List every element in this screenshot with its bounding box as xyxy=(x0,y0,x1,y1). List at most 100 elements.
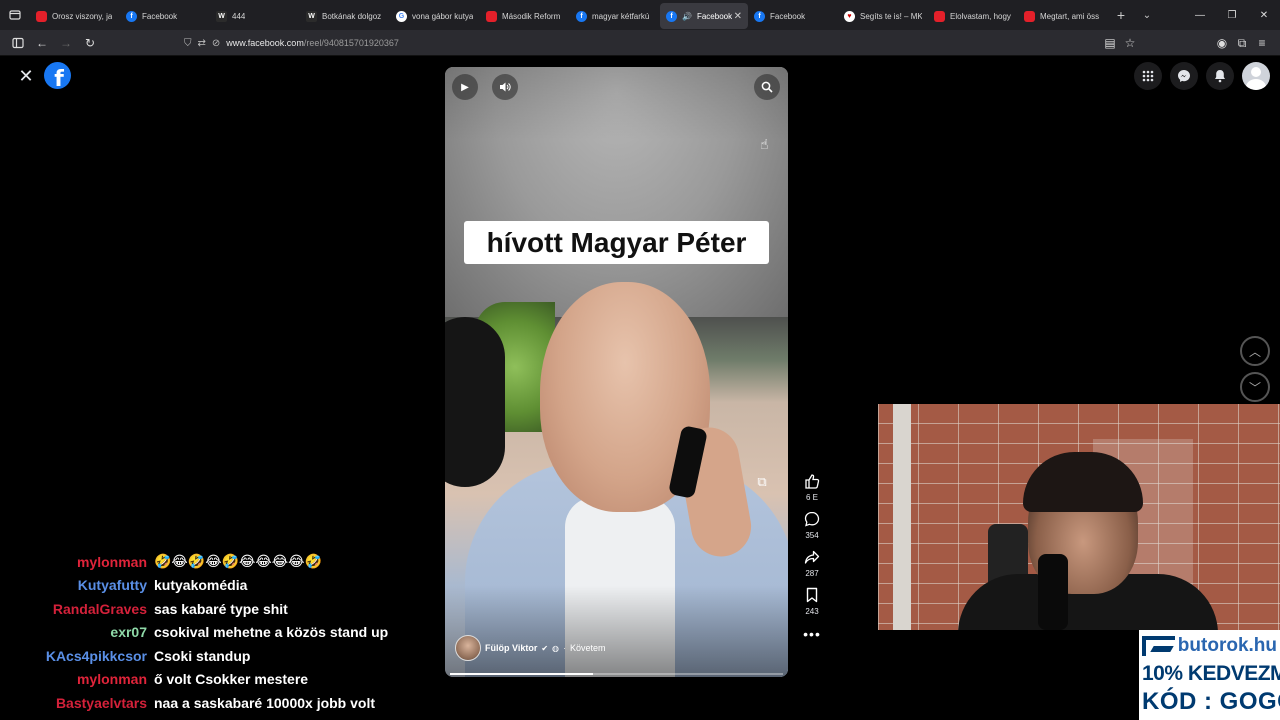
author-name[interactable]: Fülöp Viktor xyxy=(485,643,537,653)
save-action[interactable]: 243 xyxy=(801,584,823,616)
w-icon: W xyxy=(306,10,317,22)
author-avatar[interactable] xyxy=(455,635,481,661)
browser-tab[interactable]: W Botkának dolgoz xyxy=(300,3,390,29)
browser-tab[interactable]: Gvona gábor kutya xyxy=(390,3,480,29)
browser-tab[interactable]: f Facebook xyxy=(748,3,838,29)
browser-tab[interactable]: Orosz viszony, ja xyxy=(30,3,120,29)
browser-tab[interactable]: W 444 xyxy=(210,3,300,29)
youtube-icon xyxy=(934,10,945,22)
browser-tab[interactable]: ♥ Segíts te is! – MK xyxy=(838,3,928,29)
url-text: www.facebook.com/reel/940815701920367 xyxy=(226,38,399,48)
youtube-icon xyxy=(1024,10,1035,22)
bookmark-star-icon[interactable]: ☆ xyxy=(1118,31,1142,55)
share-action[interactable]: 287 xyxy=(801,546,823,578)
ad-code: KÓD : GOGGER xyxy=(1142,688,1280,715)
chat-message: mylonman 🤣😂🤣😂🤣😂😂😂😂🤣 xyxy=(0,550,440,574)
reel-author: Fülöp Viktor ✔ ◍ · Követem xyxy=(455,635,606,661)
browser-tab[interactable]: f 🔊 Facebook ✕ xyxy=(660,3,748,29)
reload-icon[interactable]: ↻ xyxy=(78,31,102,55)
bookmark-icon[interactable] xyxy=(801,584,823,606)
tab-label: Elolvastam, hogy xyxy=(950,11,1011,21)
facebook-icon: f xyxy=(126,10,137,22)
picture-in-picture-icon[interactable]: ⧉ xyxy=(750,470,774,494)
sidebar-toggle-icon[interactable] xyxy=(6,31,30,55)
ad-brand-line: butorok.hu xyxy=(1142,632,1277,660)
youtube-icon xyxy=(486,10,497,22)
comment-icon[interactable] xyxy=(801,508,823,530)
tab-label: Facebook xyxy=(696,11,733,21)
menu-grid-icon[interactable] xyxy=(1134,62,1162,90)
chat-username: Kutyafutty xyxy=(77,577,147,594)
address-bar-row: ← → ↻ ⛉ ⇄ ⊘ www.facebook.com/reel/940815… xyxy=(0,30,1280,56)
forward-icon[interactable]: → xyxy=(54,31,78,55)
chat-text: ő volt Csokker mestere xyxy=(154,671,309,688)
tab-label: Megtart, ami öss xyxy=(1040,11,1100,21)
permissions-icon[interactable]: ⇄ xyxy=(198,38,206,49)
previous-reel-chevron-up-icon[interactable]: ︿ xyxy=(1240,336,1270,366)
chat-username: RandalGraves xyxy=(52,600,147,617)
like-action[interactable]: 6 E xyxy=(801,470,823,502)
browser-tab[interactable]: Elolvastam, hogy xyxy=(928,3,1018,29)
browser-tab-strip: Orosz viszony, ja f Facebook W 444 W Botkának … xyxy=(0,0,1280,30)
restore-icon[interactable]: ❐ xyxy=(1216,0,1248,30)
comment-count: 354 xyxy=(805,531,819,540)
chat-text: sas kabaré type shit xyxy=(154,600,288,617)
close-window-icon[interactable]: ✕ xyxy=(1248,0,1280,30)
search-icon[interactable] xyxy=(754,74,780,100)
save-count: 243 xyxy=(805,607,819,616)
reel-video[interactable]: hívott Magyar Péter ▶ ⧉ Fülöp Viktor ✔ ◍… xyxy=(445,67,788,677)
more-options-icon[interactable]: ••• xyxy=(803,626,821,642)
chat-text: kutyakomédia xyxy=(154,577,248,594)
chat-text: csokival mehetne a közös stand up xyxy=(154,624,389,641)
streamer-webcam xyxy=(878,404,1280,630)
notifications-bell-icon[interactable] xyxy=(1206,62,1234,90)
shield-icon[interactable]: ⛉ xyxy=(184,38,192,49)
follow-button[interactable]: Követem xyxy=(570,643,606,653)
tab-label: Facebook xyxy=(770,11,806,21)
share-count: 287 xyxy=(805,569,819,578)
messenger-icon[interactable] xyxy=(1170,62,1198,90)
url-field[interactable]: ⛉ ⇄ ⊘ www.facebook.com/reel/940815701920… xyxy=(178,32,1128,54)
tab-audio-icon[interactable]: 🔊 xyxy=(682,12,692,21)
browser-tab[interactable]: Második Reform xyxy=(480,3,570,29)
browser-tab[interactable]: f Facebook xyxy=(120,3,210,29)
close-tab-icon[interactable]: ✕ xyxy=(734,11,742,22)
comment-action[interactable]: 354 xyxy=(801,508,823,540)
profile-avatar[interactable] xyxy=(1242,62,1270,90)
globe-icon: ◍ xyxy=(552,643,560,653)
tab-label: Facebook xyxy=(142,11,178,21)
tab-list-chevron-icon[interactable]: ⌄ xyxy=(1134,10,1160,21)
butorok-logo-icon xyxy=(1142,636,1175,656)
tab-overview-icon[interactable] xyxy=(0,0,30,30)
chat-username: mylonman xyxy=(76,671,147,688)
chat-message: exr07 csokival mehetne a közös stand up xyxy=(0,621,440,645)
ad-brand: butorok.hu xyxy=(1177,635,1277,656)
browser-tab[interactable]: Megtart, ami öss xyxy=(1018,3,1108,29)
chat-message: KAcs4pikkcsor Csoki standup xyxy=(0,644,440,668)
facebook-logo-icon[interactable]: f xyxy=(44,62,71,89)
video-progress-bar[interactable] xyxy=(450,673,783,675)
verified-badge-icon: ✔ xyxy=(541,643,549,653)
chat-username: exr07 xyxy=(110,624,147,641)
like-thumb-icon[interactable] xyxy=(801,470,823,492)
share-arrow-icon[interactable] xyxy=(801,546,823,568)
progress-fill xyxy=(450,673,594,675)
facebook-icon: f xyxy=(754,10,765,22)
like-count: 6 E xyxy=(805,493,818,502)
volume-icon[interactable] xyxy=(492,74,518,100)
reel-navigation: ︿ ﹀ xyxy=(1240,336,1270,402)
new-tab-button[interactable]: + xyxy=(1108,7,1134,23)
play-icon[interactable]: ▶ xyxy=(452,74,478,100)
chat-message: Kutyafutty kutyakomédia xyxy=(0,574,440,598)
tab-label: 444 xyxy=(232,11,246,21)
close-viewer-icon[interactable]: ✕ xyxy=(14,64,38,88)
minimize-icon[interactable]: — xyxy=(1184,0,1216,30)
back-icon[interactable]: ← xyxy=(30,31,54,55)
next-reel-chevron-down-icon[interactable]: ﹀ xyxy=(1240,372,1270,402)
hand-cursor-icon: ☝ xyxy=(760,136,769,152)
menu-icon[interactable]: ≡ xyxy=(1250,31,1274,55)
browser-tab[interactable]: f magyar kétfarkú xyxy=(570,3,660,29)
reel-actions: 6 E 354 287 243 ••• xyxy=(797,470,827,642)
tracking-icon[interactable]: ⊘ xyxy=(212,38,220,49)
separator-dot: · xyxy=(563,643,567,653)
